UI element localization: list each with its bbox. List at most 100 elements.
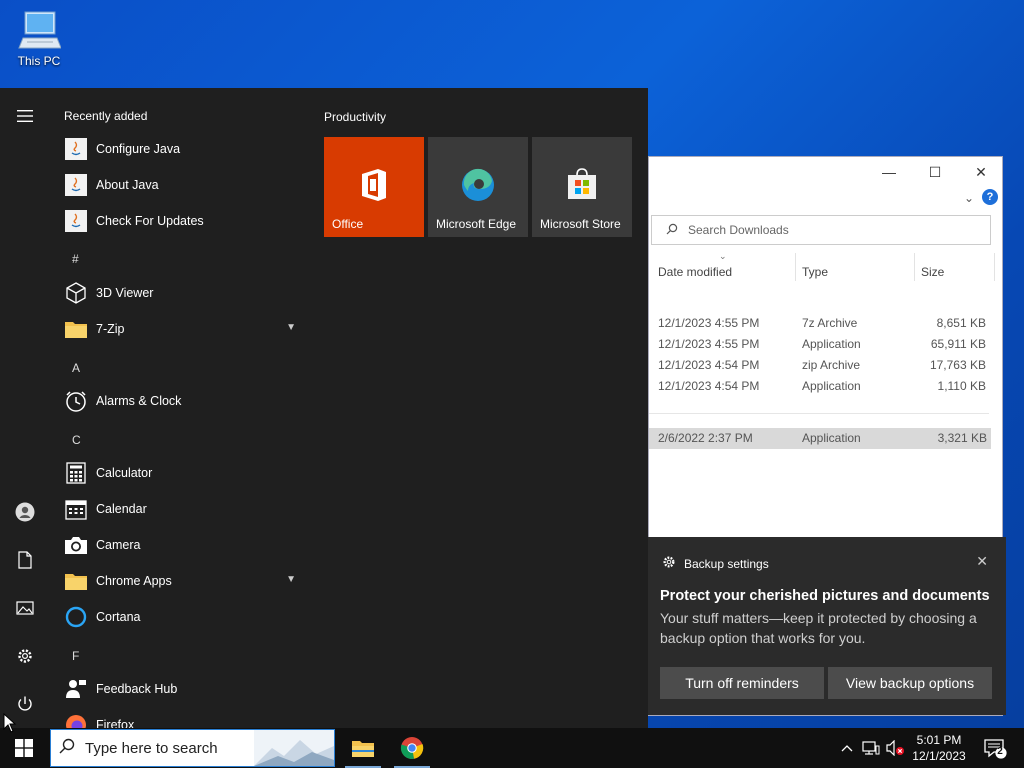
firefox-icon xyxy=(64,713,88,728)
java-icon xyxy=(64,173,88,197)
tile-microsoft-edge[interactable]: Microsoft Edge xyxy=(428,137,528,237)
recently-added-heading: Recently added xyxy=(64,109,148,123)
app-feedback-hub[interactable]: Feedback Hub xyxy=(64,674,308,704)
app-camera[interactable]: Camera xyxy=(64,530,308,560)
app-calculator[interactable]: Calculator xyxy=(64,458,308,488)
documents-icon[interactable] xyxy=(9,544,41,576)
app-chrome-apps-folder[interactable]: Chrome Apps ▼ xyxy=(64,566,308,596)
toast-app-name: Backup settings xyxy=(684,556,769,571)
app-list: Recently added Configure Java About Java… xyxy=(56,88,312,728)
help-icon[interactable]: ? xyxy=(982,189,998,205)
app-7-zip-folder[interactable]: 7-Zip ▼ xyxy=(64,314,308,344)
table-row-selected[interactable]: 2/6/2022 2:37 PM Application 3,321 KB xyxy=(649,428,991,449)
close-button[interactable]: ✕ xyxy=(969,161,993,183)
volume-muted-icon[interactable] xyxy=(884,728,906,768)
backup-notification-toast: Backup settings ✕ Protect your cherished… xyxy=(648,537,1006,715)
calendar-icon xyxy=(64,497,88,521)
turn-off-reminders-button[interactable]: Turn off reminders xyxy=(660,667,824,699)
folder-icon xyxy=(64,569,88,593)
this-pc-desktop-icon[interactable]: This PC xyxy=(8,8,70,68)
folder-icon xyxy=(64,317,88,341)
app-alarms-clock[interactable]: Alarms & Clock xyxy=(64,386,308,416)
app-cortana[interactable]: Cortana xyxy=(64,602,308,632)
start-rail xyxy=(0,88,50,728)
camera-icon xyxy=(64,533,88,557)
chevron-down-icon[interactable]: ▼ xyxy=(286,322,296,333)
column-header: Date modified ⌄ Type Size xyxy=(649,249,1002,289)
toast-title: Protect your cherished pictures and docu… xyxy=(660,588,990,604)
column-date-modified[interactable]: Date modified xyxy=(658,265,732,279)
view-backup-options-button[interactable]: View backup options xyxy=(828,667,992,699)
column-size[interactable]: Size xyxy=(921,265,944,279)
store-icon xyxy=(532,167,632,201)
java-icon xyxy=(64,137,88,161)
expand-ribbon-icon[interactable]: ⌄ xyxy=(964,191,974,205)
file-list: 12/1/2023 4:55 PM 7z Archive 8,651 KB 12… xyxy=(649,313,1002,449)
app-about-java[interactable]: About Java xyxy=(64,170,308,200)
toast-header: Backup settings xyxy=(662,555,769,572)
chrome-icon xyxy=(400,737,424,759)
java-icon xyxy=(64,209,88,233)
tile-office[interactable]: Office xyxy=(324,137,424,237)
table-row[interactable]: 12/1/2023 4:54 PM Application 1,110 KB xyxy=(649,376,1002,397)
table-row[interactable]: 12/1/2023 4:55 PM 7z Archive 8,651 KB xyxy=(649,313,1002,334)
start-menu: Recently added Configure Java About Java… xyxy=(0,88,648,728)
network-icon[interactable] xyxy=(860,728,882,768)
sort-chevron-icon: ⌄ xyxy=(719,251,727,261)
search-icon xyxy=(666,223,678,238)
pictures-icon[interactable] xyxy=(9,592,41,624)
letter-header-hash[interactable]: # xyxy=(72,252,79,266)
search-downloads-input[interactable]: Search Downloads xyxy=(651,215,991,245)
taskbar-search-box[interactable]: Type here to search xyxy=(50,729,335,767)
letter-header-f[interactable]: F xyxy=(72,649,79,663)
settings-gear-icon[interactable] xyxy=(9,640,41,672)
clock-time: 5:01 PM xyxy=(916,733,962,747)
mouse-cursor-icon xyxy=(3,713,17,733)
table-row[interactable]: 12/1/2023 4:55 PM Application 65,911 KB xyxy=(649,334,1002,355)
group-divider xyxy=(649,413,989,414)
app-calendar[interactable]: Calendar xyxy=(64,494,308,524)
folder-icon xyxy=(352,741,374,757)
notification-count-badge: 2 xyxy=(997,746,1003,757)
search-placeholder: Search Downloads xyxy=(688,223,789,237)
toast-body: Your stuff matters—keep it protected by … xyxy=(660,610,977,646)
letter-header-c[interactable]: C xyxy=(72,433,81,447)
hamburger-menu-icon[interactable] xyxy=(9,100,41,132)
minimize-button[interactable]: — xyxy=(877,161,901,183)
calculator-icon xyxy=(64,461,88,485)
search-icon xyxy=(59,738,75,758)
taskbar-chrome[interactable] xyxy=(390,728,434,768)
chevron-down-icon[interactable]: ▼ xyxy=(286,574,296,585)
windows-logo-icon xyxy=(15,739,33,757)
column-type[interactable]: Type xyxy=(802,265,828,279)
clock-icon xyxy=(64,389,88,413)
explorer-ribbon: ⌄ ? xyxy=(649,187,1002,215)
taskbar-file-explorer[interactable] xyxy=(341,728,385,768)
show-hidden-icons-chevron[interactable] xyxy=(838,728,856,768)
explorer-titlebar: — ☐ ✕ xyxy=(649,157,1002,187)
app-configure-java[interactable]: Configure Java xyxy=(64,134,308,164)
tile-microsoft-store[interactable]: Microsoft Store xyxy=(532,137,632,237)
feedback-hub-icon xyxy=(64,677,88,701)
taskbar-clock[interactable]: 5:01 PM 12/1/2023 xyxy=(905,732,973,764)
app-3d-viewer[interactable]: 3D Viewer xyxy=(64,278,308,308)
search-highlight-illustration xyxy=(254,730,334,766)
close-icon[interactable]: ✕ xyxy=(976,553,988,570)
letter-header-a[interactable]: A xyxy=(72,361,80,375)
action-center-button[interactable]: 2 xyxy=(978,728,1012,768)
start-button[interactable] xyxy=(0,728,48,768)
user-account-icon[interactable] xyxy=(9,496,41,528)
taskbar: Type here to search 5:01 PM 12/1/2023 2 xyxy=(0,728,1024,768)
maximize-button[interactable]: ☐ xyxy=(923,161,947,183)
search-placeholder: Type here to search xyxy=(85,739,218,757)
cortana-icon xyxy=(64,605,88,629)
app-firefox[interactable]: Firefox xyxy=(64,710,308,728)
gear-icon xyxy=(662,555,676,572)
cube-icon xyxy=(64,281,88,305)
office-icon xyxy=(324,167,424,203)
app-check-for-updates[interactable]: Check For Updates xyxy=(64,206,308,236)
edge-icon xyxy=(428,167,528,203)
this-pc-label: This PC xyxy=(17,54,61,68)
table-row[interactable]: 12/1/2023 4:54 PM zip Archive 17,763 KB xyxy=(649,355,1002,376)
computer-icon xyxy=(18,11,61,49)
